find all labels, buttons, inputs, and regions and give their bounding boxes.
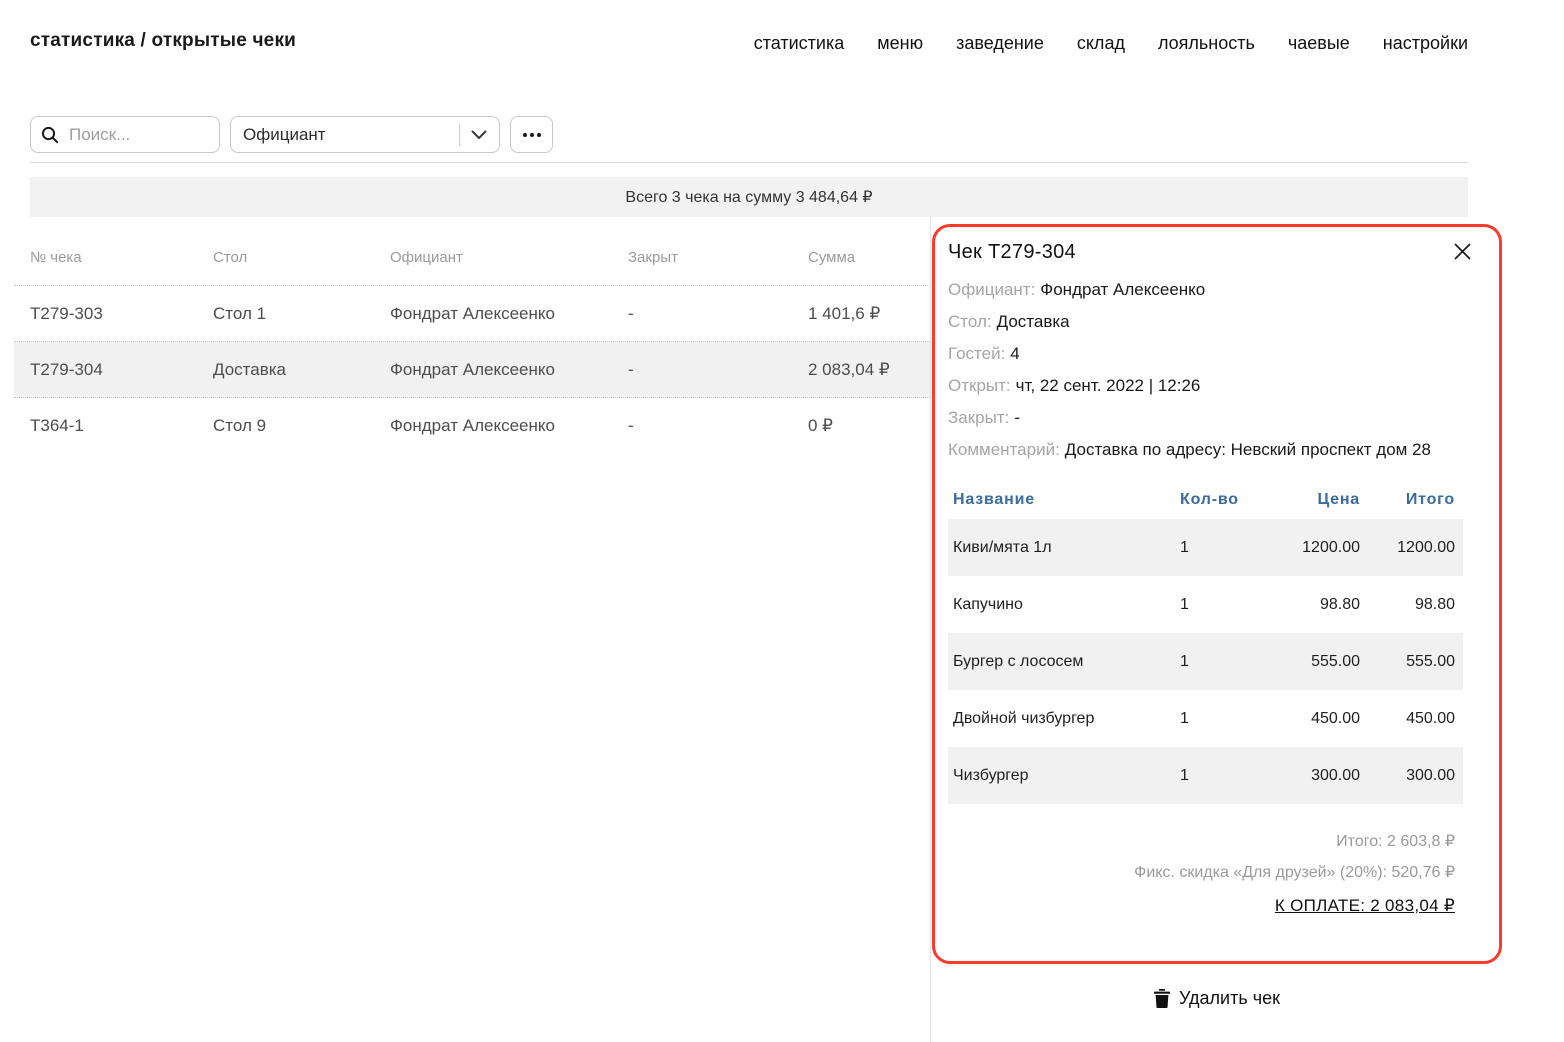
check-detail-title: Чек T279-304 [948,241,1076,264]
field-table: Стол:Доставка [948,306,1463,338]
more-filters-button[interactable] [510,116,553,153]
close-icon[interactable] [1454,243,1471,265]
summary-text: Всего 3 чека на сумму 3 484,64 ₽ [625,187,872,207]
column-header-closed: Закрыт [628,249,678,266]
cell-sum: 0 ₽ [808,416,833,436]
check-totals: Итого: 2 603,8 ₽ Фикс. скидка «Для друзе… [948,826,1463,921]
toolbar-divider [30,162,1468,163]
column-header-sum: Сумма [808,249,855,266]
checks-table: № чека Стол Официант Закрыт Сумма T279-3… [0,217,930,453]
table-row[interactable]: T279-303 Стол 1 Фондрат Алексеенко - 1 4… [14,285,930,341]
item-column-name: Название [953,491,1180,509]
item-column-price: Цена [1260,491,1360,509]
search-box[interactable] [30,116,220,153]
nav-item-tips[interactable]: чаевые [1288,33,1350,54]
table-row-selected[interactable]: T279-304 Доставка Фондрат Алексеенко - 2… [14,341,930,397]
checks-table-header: № чека Стол Официант Закрыт Сумма [0,217,930,285]
waiter-filter-label: Официант [243,125,459,145]
cell-closed: - [628,360,634,380]
item-column-qty: Кол-во [1180,491,1260,509]
check-detail-panel: Чек T279-304 Официант:Фондрат Алексеенко… [932,224,1502,964]
cell-table: Доставка [213,360,286,380]
summary-bar: Всего 3 чека на сумму 3 484,64 ₽ [30,177,1468,217]
more-icon [523,133,541,137]
cell-closed: - [628,416,634,436]
cell-table: Стол 9 [213,416,266,436]
column-header-waiter: Официант [390,249,463,266]
open-checks-screen: статистика / открытые чеки статистика ме… [0,0,1564,1042]
column-header-table: Стол [213,249,247,266]
top-nav: статистика меню заведение склад лояльнос… [754,33,1468,54]
list-item: Киви/мята 1л 1 1200.00 1200.00 [948,519,1463,576]
delete-check-button[interactable]: Удалить чек [932,988,1502,1009]
cell-closed: - [628,304,634,324]
list-item: Бургер с лососем 1 555.00 555.00 [948,633,1463,690]
filter-divider [459,124,460,146]
list-item: Капучино 1 98.80 98.80 [948,576,1463,633]
trash-icon [1154,989,1170,1008]
nav-item-settings[interactable]: настройки [1383,33,1468,54]
cell-check-number: T364-1 [30,416,84,436]
items-table-header: Название Кол-во Цена Итого [948,481,1463,519]
cell-check-number: T279-303 [30,304,103,324]
search-icon [41,126,59,144]
list-item: Двойной чизбургер 1 450.00 450.00 [948,690,1463,747]
field-opened: Открыт:чт, 22 сент. 2022 | 12:26 [948,370,1463,402]
waiter-filter-dropdown[interactable]: Официант [230,116,500,153]
table-row[interactable]: T364-1 Стол 9 Фондрат Алексеенко - 0 ₽ [14,397,930,453]
field-comment: Комментарий:Доставка по адресу: Невский … [948,434,1463,466]
cell-waiter: Фондрат Алексеенко [390,360,555,380]
cell-check-number: T279-304 [30,360,103,380]
search-input[interactable] [67,124,209,146]
panel-separator-line [930,217,931,1042]
cell-sum: 1 401,6 ₽ [808,304,880,324]
to-pay-line: К ОПЛАТЕ: 2 083,04 ₽ [948,890,1455,921]
column-header-check-number: № чека [30,249,82,266]
chevron-down-icon [471,130,487,140]
discount-line: Фикс. скидка «Для друзей» (20%): 520,76 … [948,857,1455,888]
list-item: Чизбургер 1 300.00 300.00 [948,747,1463,804]
nav-item-venue[interactable]: заведение [956,33,1044,54]
nav-item-menu[interactable]: меню [877,33,923,54]
cell-sum: 2 083,04 ₽ [808,360,890,380]
check-items-table: Название Кол-во Цена Итого Киви/мята 1л … [948,481,1463,804]
nav-item-statistics[interactable]: статистика [754,33,845,54]
nav-item-stock[interactable]: склад [1077,33,1125,54]
cell-table: Стол 1 [213,304,266,324]
item-column-total: Итого [1360,491,1455,509]
cell-waiter: Фондрат Алексеенко [390,304,555,324]
cell-waiter: Фондрат Алексеенко [390,416,555,436]
subtotal-line: Итого: 2 603,8 ₽ [948,826,1455,857]
breadcrumb: статистика / открытые чеки [30,30,296,52]
delete-check-label: Удалить чек [1179,988,1280,1009]
field-guests: Гостей:4 [948,338,1463,370]
field-closed: Закрыт:- [948,402,1463,434]
nav-item-loyalty[interactable]: лояльность [1158,33,1255,54]
field-waiter: Официант:Фондрат Алексеенко [948,274,1463,306]
